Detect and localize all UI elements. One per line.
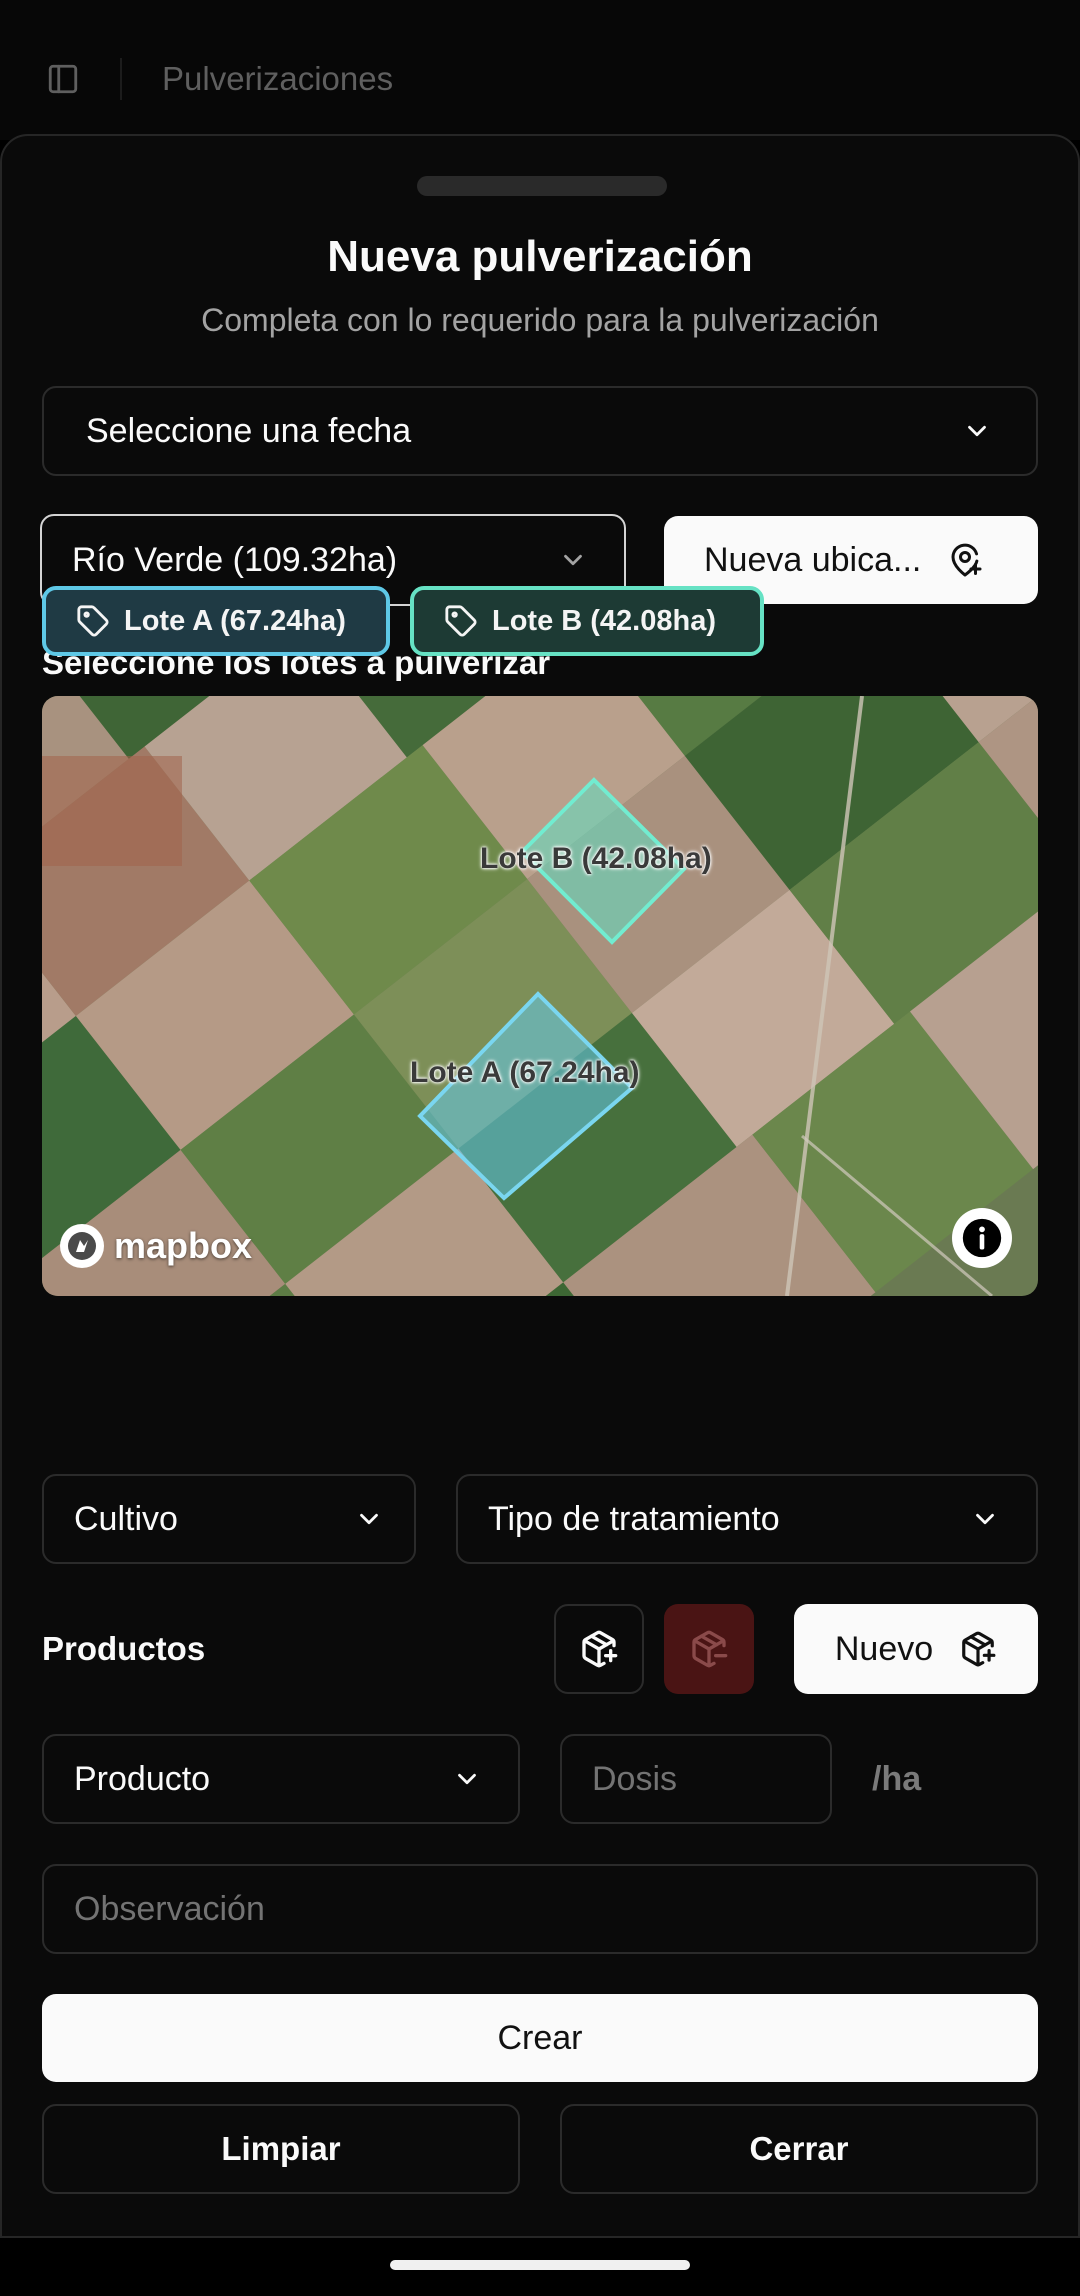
- chevron-down-icon: [564, 554, 582, 566]
- product-select-value: Producto: [74, 1759, 211, 1798]
- top-bar: Pulverizaciones: [0, 0, 1080, 140]
- product-select[interactable]: Producto: [42, 1734, 520, 1824]
- satellite-imagery: [42, 696, 1038, 1296]
- location-select-value: Río Verde (109.32ha): [72, 540, 398, 579]
- sheet-drag-handle[interactable]: [417, 176, 667, 196]
- plot-chip-a[interactable]: Lote A (67.24ha): [42, 586, 390, 656]
- observation-input[interactable]: Observación: [42, 1864, 1038, 1954]
- tag-icon: [445, 605, 477, 637]
- crop-select-value: Cultivo: [74, 1499, 178, 1538]
- dose-input[interactable]: Dosis: [560, 1734, 832, 1824]
- chevron-down-icon: [976, 1513, 994, 1525]
- topbar-divider: [120, 58, 122, 100]
- package-plus-icon: [962, 1631, 996, 1667]
- date-select-value: Seleccione una fecha: [86, 411, 412, 450]
- dose-input-placeholder: Dosis: [592, 1759, 678, 1798]
- treatment-type-value: Tipo de tratamiento: [488, 1499, 780, 1538]
- clear-button[interactable]: Limpiar: [42, 2104, 520, 2194]
- info-icon: [962, 1218, 1002, 1258]
- products-heading: Productos: [42, 1630, 206, 1667]
- mapbox-attribution: mapbox: [114, 1225, 253, 1266]
- map-label-lote-b: Lote B (42.08ha): [480, 842, 712, 875]
- satellite-map[interactable]: Lote B (42.08ha) Lote A (67.24ha) mapbox: [42, 696, 1038, 1296]
- close-button-label: Cerrar: [749, 2130, 849, 2167]
- chevron-down-icon: [968, 425, 986, 437]
- plot-chip-b-label: Lote B (42.08ha): [492, 604, 716, 637]
- crop-select[interactable]: Cultivo: [42, 1474, 416, 1564]
- mapbox-logo: mapbox: [58, 1222, 252, 1270]
- chevron-down-icon: [360, 1513, 378, 1525]
- new-product-label: Nuevo: [834, 1629, 934, 1668]
- chevron-down-icon: [458, 1773, 476, 1785]
- tag-icon: [77, 605, 109, 637]
- page-title: Pulverizaciones: [162, 60, 394, 97]
- create-button[interactable]: Crear: [42, 1994, 1038, 2082]
- map-label-lote-a: Lote A (67.24ha): [410, 1056, 640, 1089]
- sheet-subtitle: Completa con lo requerido para la pulver…: [201, 302, 879, 338]
- remove-product-row-button[interactable]: [664, 1604, 754, 1694]
- new-product-button[interactable]: Nuevo: [794, 1604, 1038, 1694]
- map-pin-plus-icon: [951, 543, 982, 577]
- plot-chip-b[interactable]: Lote B (42.08ha): [410, 586, 764, 656]
- add-product-row-button[interactable]: [554, 1604, 644, 1694]
- map-info-button[interactable]: [952, 1208, 1012, 1268]
- date-select[interactable]: Seleccione una fecha: [42, 386, 1038, 476]
- package-plus-icon: [582, 1630, 618, 1668]
- observation-placeholder: Observación: [74, 1889, 265, 1928]
- treatment-type-select[interactable]: Tipo de tratamiento: [456, 1474, 1038, 1564]
- plot-chip-a-label: Lote A (67.24ha): [124, 604, 346, 637]
- mapbox-logo-icon: [60, 1224, 104, 1268]
- sidebar-toggle-icon[interactable]: [46, 62, 80, 96]
- sheet-title: Nueva pulverización: [327, 232, 753, 281]
- home-indicator[interactable]: [390, 2260, 690, 2270]
- close-button[interactable]: Cerrar: [560, 2104, 1038, 2194]
- dose-unit-suffix: /ha: [872, 1760, 922, 1798]
- clear-button-label: Limpiar: [221, 2130, 341, 2167]
- new-location-label: Nueva ubica...: [704, 540, 922, 579]
- package-minus-icon: [692, 1630, 728, 1668]
- create-button-label: Crear: [497, 2018, 583, 2057]
